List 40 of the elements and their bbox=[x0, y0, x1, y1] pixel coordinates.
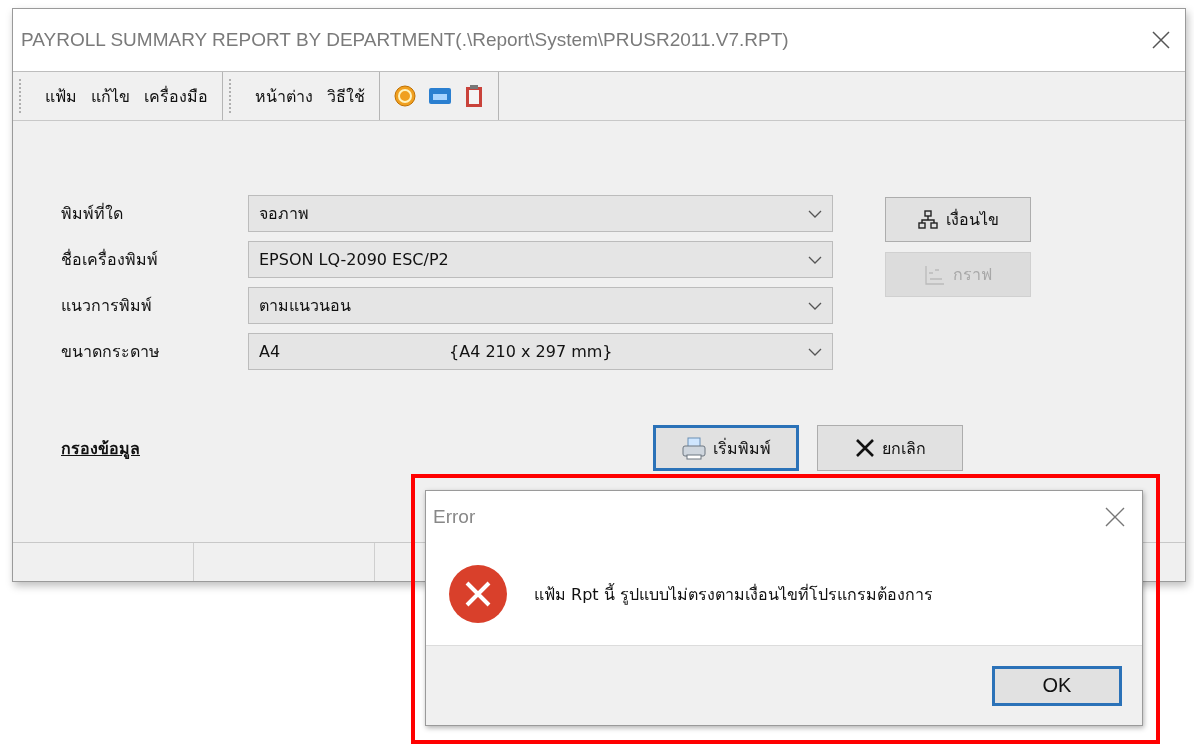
dropdown[interactable]: ตามแนวนอน bbox=[248, 287, 833, 324]
field-label: พิมพ์ที่ใด bbox=[61, 202, 124, 225]
printer-icon bbox=[681, 436, 707, 460]
close-icon[interactable] bbox=[1104, 506, 1126, 528]
dropdown[interactable]: A4 {A4 210 x 297 mm} bbox=[248, 333, 833, 370]
chart-icon bbox=[924, 264, 945, 285]
dropdown[interactable]: จอภาพ bbox=[248, 195, 833, 232]
print-button[interactable]: เริ่มพิมพ์ bbox=[653, 425, 799, 471]
error-icon bbox=[448, 564, 508, 624]
dropdown-value: จอภาพ bbox=[259, 203, 310, 225]
filter-link[interactable]: กรองข้อมูล bbox=[61, 435, 653, 461]
dropdown[interactable]: EPSON LQ-2090 ESC/P2 bbox=[248, 241, 833, 278]
close-icon[interactable] bbox=[1151, 30, 1171, 50]
condition-button[interactable]: เงื่อนไข bbox=[885, 197, 1031, 242]
menu-item[interactable]: แฟ้ม bbox=[45, 83, 77, 109]
menu-item[interactable]: หน้าต่าง bbox=[255, 83, 313, 109]
menu-item[interactable]: แก้ไข bbox=[91, 83, 130, 109]
dropdown-detail: {A4 210 x 297 mm} bbox=[449, 342, 613, 361]
field-label: แนวการพิมพ์ bbox=[61, 295, 153, 317]
chevron-down-icon bbox=[808, 301, 822, 310]
menu-item[interactable]: เครื่องมือ bbox=[144, 83, 208, 109]
chevron-down-icon bbox=[808, 255, 822, 264]
field-label: ชื่อเครื่องพิมพ์ bbox=[61, 248, 159, 271]
menu-item[interactable]: วิธีใช้ bbox=[327, 83, 365, 109]
cancel-button[interactable]: ยกเลิก bbox=[817, 425, 963, 471]
field-label: ขนาดกระดาษ bbox=[61, 341, 161, 363]
ok-button[interactable]: OK bbox=[992, 665, 1122, 706]
calendar-icon[interactable] bbox=[428, 85, 452, 107]
dialog-title: Error bbox=[433, 506, 476, 528]
hierarchy-icon bbox=[917, 210, 938, 229]
chevron-down-icon bbox=[808, 347, 822, 356]
chevron-down-icon bbox=[808, 209, 822, 218]
clipboard-icon[interactable] bbox=[464, 84, 484, 108]
error-message: แฟ้ม Rpt นี้ รูปแบบไม่ตรงตามเงื่อนไขที่โปรแกรมต้องการ bbox=[534, 582, 933, 607]
window-title: PAYROLL SUMMARY REPORT BY DEPARTMENT(.\Report\System\PRUSR2011.V7.RPT) bbox=[21, 29, 789, 51]
x-icon bbox=[854, 437, 876, 459]
dropdown-value: EPSON LQ-2090 ESC/P2 bbox=[259, 250, 449, 269]
dropdown-value: A4 bbox=[259, 342, 282, 361]
disc-icon[interactable] bbox=[394, 85, 416, 107]
dropdown-value: ตามแนวนอน bbox=[259, 295, 352, 317]
